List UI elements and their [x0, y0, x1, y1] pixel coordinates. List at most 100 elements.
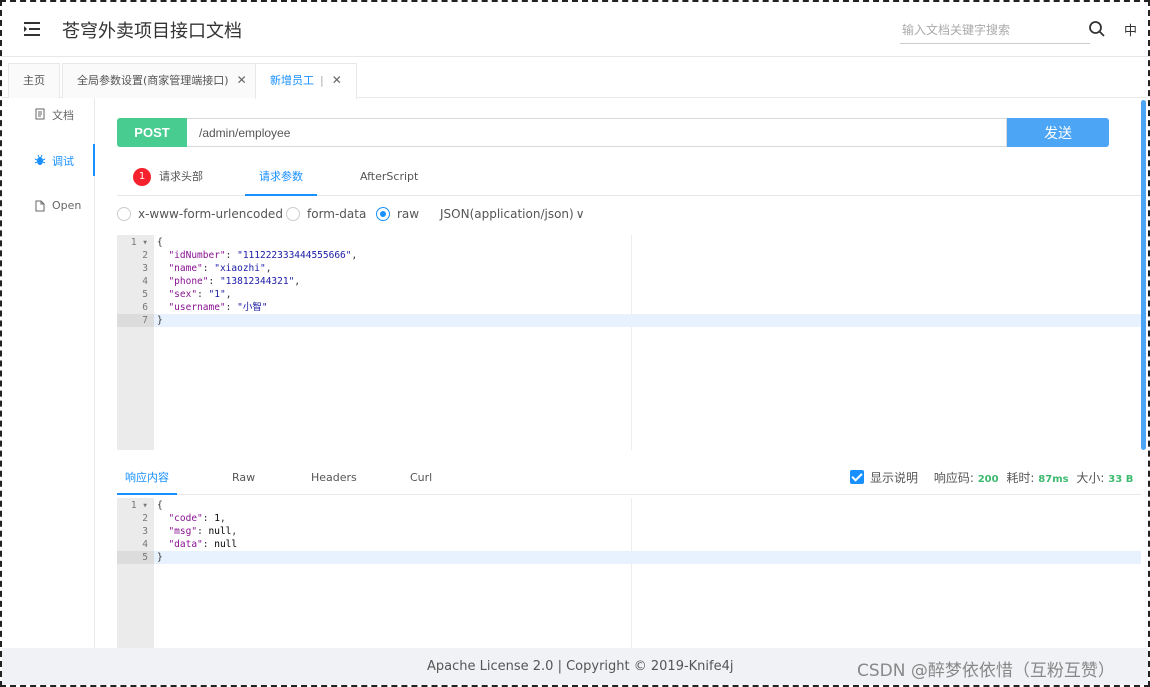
tab-response-content[interactable]: 响应内容 [117, 465, 177, 495]
language-toggle[interactable]: 中 [1124, 20, 1137, 39]
tab-add-employee[interactable]: 新增员工 | ✕ [255, 63, 357, 99]
urlencoded-label[interactable]: x-www-form-urlencoded [138, 207, 283, 221]
response-code-label: 响应码: [933, 471, 974, 485]
response-body-editor[interactable]: 1 ▾{2 "code": 1, 3 "msg": null, 4 "data": … [117, 498, 1141, 648]
code-line: 5} [117, 551, 1141, 564]
tab-home[interactable]: 主页 [8, 63, 60, 98]
search-input[interactable] [900, 16, 1090, 44]
code-line: 5 "sex": "1", [117, 288, 1141, 301]
json-value: null [208, 526, 232, 537]
vertical-scrollbar[interactable] [1141, 100, 1146, 450]
tab-global-params[interactable]: 全局参数设置(商家管理端接口) ✕ [62, 63, 262, 98]
json-key: "username" [168, 302, 226, 313]
body-type-options: x-www-form-urlencoded form-data raw JSON… [117, 205, 1117, 225]
raw-radio[interactable] [376, 207, 390, 221]
footer: Apache License 2.0 | Copyright © 2019-Kn… [2, 648, 1148, 685]
sidebar-item-docs[interactable]: 文档 [2, 98, 95, 130]
tab-bar: 主页 全局参数设置(商家管理端接口) ✕ 新增员工 | ✕ [2, 57, 1148, 99]
close-icon[interactable]: ✕ [237, 73, 247, 87]
code-line: 7} [117, 314, 1141, 327]
json-key: "data" [168, 539, 203, 550]
line-number: 3 [142, 526, 148, 537]
menu-fold-icon[interactable] [22, 19, 42, 39]
code-text: { [157, 237, 163, 248]
tab-label: 请求头部 [159, 170, 203, 183]
line-number: 2 [142, 513, 148, 524]
tab-label: 新增员工 [270, 74, 314, 87]
code-text: "name": "xiaozhi", [168, 263, 272, 274]
code-text: "sex": "1", [168, 289, 232, 300]
content-type-value: JSON(application/json) [440, 207, 574, 221]
code-text: } [157, 552, 163, 563]
sidebar-item-debug[interactable]: 调试 [2, 144, 95, 176]
tab-response-raw[interactable]: Raw [232, 465, 255, 495]
response-time-value: 87ms [1038, 474, 1069, 485]
close-icon[interactable]: ✕ [332, 73, 342, 87]
json-value: "1" [208, 289, 226, 300]
send-button[interactable]: 发送 [1007, 118, 1109, 147]
line-number: 3 [142, 263, 148, 274]
url-input[interactable] [187, 118, 1007, 147]
code-text: "idNumber": "111222333444555666", [168, 250, 358, 261]
sidebar: 文档 调试 Open [2, 98, 95, 648]
tab-label: Headers [311, 471, 357, 484]
sidebar-item-open[interactable]: Open [2, 190, 95, 222]
tab-label: 主页 [23, 74, 45, 87]
code-line: 2 "idNumber": "111222333444555666", [117, 249, 1141, 262]
code-line: 2 "code": 1, [117, 512, 1141, 525]
line-number: 2 [142, 250, 148, 261]
json-value: null [214, 539, 238, 550]
show-desc-checkbox[interactable] [850, 470, 864, 484]
json-value: "小智" [237, 302, 268, 313]
tab-request-params[interactable]: 请求参数 [245, 160, 317, 196]
urlencoded-radio[interactable] [117, 207, 131, 221]
formdata-radio[interactable] [286, 207, 300, 221]
watermark: CSDN @醉梦依依惜（互粉互赞） [857, 661, 1115, 681]
headers-count-badge: 1 [133, 168, 151, 186]
document-icon [35, 108, 45, 120]
sidebar-item-label: Open [52, 199, 82, 212]
tab-label: AfterScript [360, 170, 419, 183]
json-key: "phone" [168, 276, 209, 287]
code-text: "phone": "13812344321", [168, 276, 301, 287]
tab-label: Raw [232, 471, 256, 484]
tab-label: Curl [410, 471, 433, 484]
search-icon[interactable] [1088, 20, 1106, 38]
show-desc-label[interactable]: 显示说明 [870, 471, 918, 485]
json-value: 1 [214, 513, 220, 524]
tab-label: 响应内容 [125, 471, 169, 484]
line-number: 7 [117, 314, 154, 327]
response-size-label: 大小: [1076, 471, 1105, 485]
tab-response-curl[interactable]: Curl [410, 465, 432, 495]
code-text: "msg": null, [168, 526, 238, 537]
request-body-editor[interactable]: 1 ▾{2 "idNumber": "111222333444555666", 3… [117, 235, 1141, 450]
tab-request-headers[interactable]: 1 请求头部 [133, 160, 203, 196]
chevron-down-icon: ∨ [575, 207, 585, 221]
line-number: 5 [117, 551, 154, 564]
top-bar: 苍穹外卖项目接口文档 中 [2, 2, 1148, 57]
http-method-badge: POST [117, 118, 187, 147]
response-code-value: 200 [977, 474, 999, 485]
content-type-select[interactable]: JSON(application/json) ∨ [440, 207, 585, 221]
raw-label[interactable]: raw [397, 207, 419, 221]
tab-afterscript[interactable]: AfterScript [360, 160, 418, 196]
line-number: 5 [142, 289, 148, 300]
code-line: 6 "username": "小智" [117, 301, 1141, 314]
line-number: 6 [142, 302, 148, 313]
code-line: 4 "phone": "13812344321", [117, 275, 1141, 288]
code-line: 1 ▾ { [117, 499, 1141, 512]
sidebar-item-label: 调试 [52, 155, 74, 168]
line-number: 1 ▾ [130, 500, 148, 511]
file-icon [35, 200, 45, 212]
request-url-row: POST 发送 [117, 118, 1109, 147]
code-line: 4 "data": null [117, 538, 1141, 551]
tab-response-headers[interactable]: Headers [311, 465, 357, 495]
code-text: "username": "小智" [168, 302, 268, 313]
line-number: 4 [142, 539, 148, 550]
json-key: "idNumber" [168, 250, 226, 261]
json-key: "sex" [168, 289, 198, 300]
bug-icon [34, 154, 46, 165]
code-line: 3 "name": "xiaozhi", [117, 262, 1141, 275]
response-time-label: 耗时: [1006, 471, 1035, 485]
formdata-label[interactable]: form-data [307, 207, 366, 221]
